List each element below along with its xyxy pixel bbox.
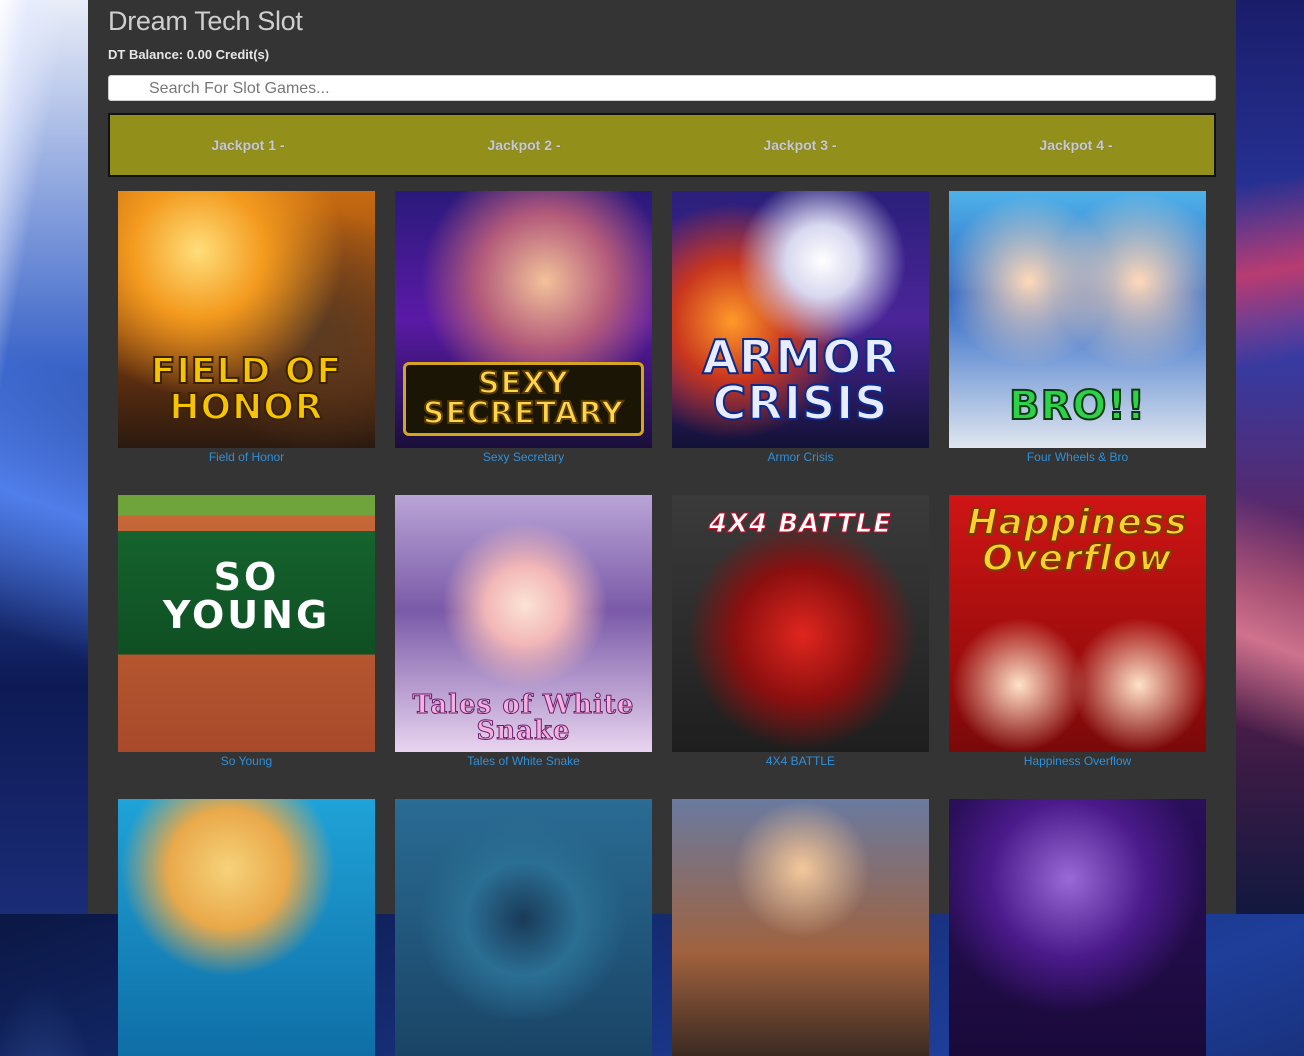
jackpot-4: Jackpot 4 - (1039, 137, 1113, 153)
game-card[interactable]: BRO!! Four Wheels & Bro (949, 191, 1206, 464)
jackpot-2: Jackpot 2 - (487, 137, 561, 153)
game-card[interactable]: SEXY SECRETARY Sexy Secretary (395, 191, 652, 464)
game-thumbnail[interactable]: FIELD OF HONOR (118, 191, 375, 448)
game-link[interactable]: Happiness Overflow (949, 754, 1206, 768)
game-card[interactable]: ARMOR CRISIS Armor Crisis (672, 191, 929, 464)
balance-text: DT Balance: 0.00 Credit(s) (108, 47, 270, 62)
jackpot-bar: Jackpot 1 - Jackpot 2 - Jackpot 3 - Jack… (108, 113, 1216, 177)
jackpot-1: Jackpot 1 - (211, 137, 285, 153)
game-thumbnail[interactable]: SO YOUNG (118, 495, 375, 752)
game-card[interactable]: 4X4 BATTLE 4X4 BATTLE (672, 495, 929, 768)
game-thumbnail[interactable]: 4X4 BATTLE (672, 495, 929, 752)
game-card[interactable]: Tales of White Snake Tales of White Snak… (395, 495, 652, 768)
game-thumbnail[interactable]: Tales of White Snake (395, 495, 652, 752)
game-thumbnail[interactable]: BRO!! (949, 191, 1206, 448)
game-art-title: Happiness Overflow (966, 502, 1188, 579)
game-art-title: BRO!! (1008, 383, 1146, 429)
game-thumbnail[interactable] (672, 799, 929, 1056)
game-card[interactable]: FIELD OF HONOR Field of Honor (118, 191, 375, 464)
game-art-title: Tales of White Snake (412, 690, 635, 746)
background-left (0, 0, 88, 914)
game-link[interactable]: Field of Honor (118, 450, 375, 464)
game-card[interactable] (949, 799, 1206, 1056)
page-title: Dream Tech Slot (108, 6, 303, 36)
game-art-title: SEXY SECRETARY (403, 362, 644, 436)
game-art-title: 4X4 BATTLE (708, 509, 893, 539)
game-thumbnail[interactable]: Happiness Overflow (949, 495, 1206, 752)
game-link[interactable]: So Young (118, 754, 375, 768)
game-card[interactable]: SO YOUNG So Young (118, 495, 375, 768)
jackpot-3: Jackpot 3 - (763, 137, 837, 153)
game-art-title: FIELD OF HONOR (150, 351, 343, 428)
game-link[interactable]: Armor Crisis (672, 450, 929, 464)
game-link[interactable]: Four Wheels & Bro (949, 450, 1206, 464)
game-link[interactable]: 4X4 BATTLE (672, 754, 929, 768)
search-box (108, 75, 1216, 102)
game-thumbnail[interactable] (118, 799, 375, 1056)
game-thumbnail[interactable]: SEXY SECRETARY (395, 191, 652, 448)
game-thumbnail[interactable] (949, 799, 1206, 1056)
search-input[interactable] (147, 76, 1211, 102)
game-link[interactable]: Sexy Secretary (395, 450, 652, 464)
game-card[interactable] (395, 799, 652, 1056)
game-link[interactable]: Tales of White Snake (395, 754, 652, 768)
game-card[interactable] (118, 799, 375, 1056)
game-card[interactable] (672, 799, 929, 1056)
background-right (1236, 0, 1304, 914)
game-thumbnail[interactable]: ARMOR CRISIS (672, 191, 929, 448)
game-art-title: SO YOUNG (162, 555, 331, 637)
game-thumbnail[interactable] (395, 799, 652, 1056)
main-panel: Dream Tech Slot DT Balance: 0.00 Credit(… (88, 0, 1236, 1056)
game-card[interactable]: Happiness Overflow Happiness Overflow (949, 495, 1206, 768)
game-art-title: ARMOR CRISIS (701, 330, 899, 430)
